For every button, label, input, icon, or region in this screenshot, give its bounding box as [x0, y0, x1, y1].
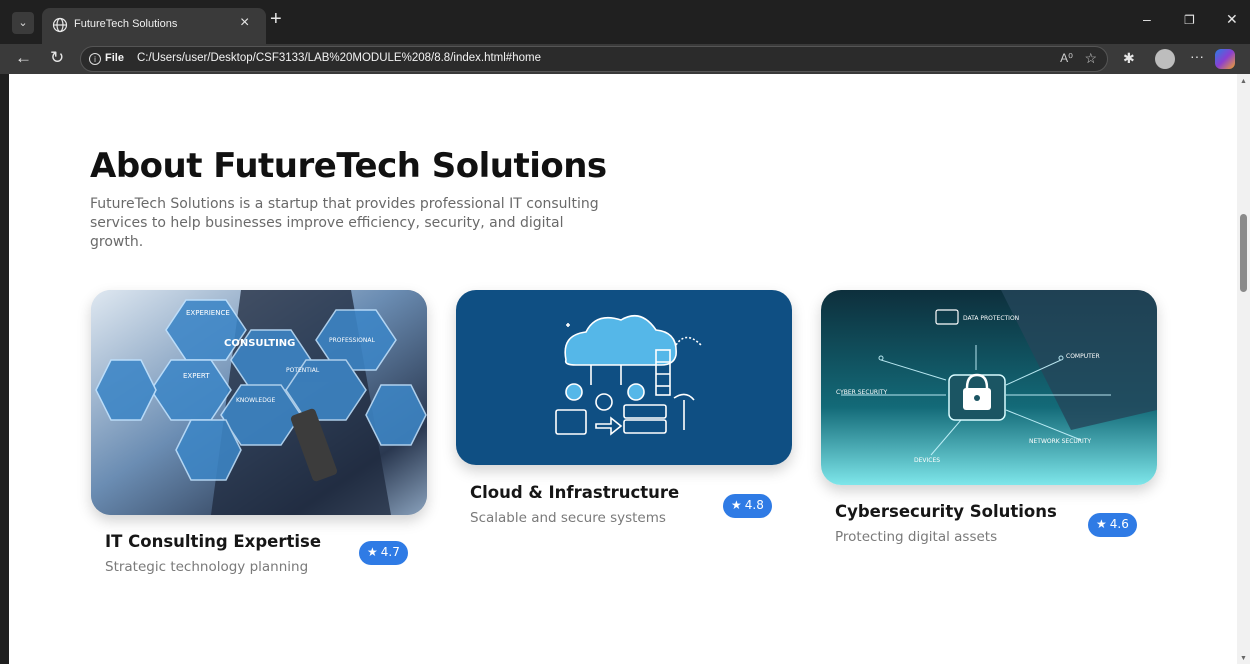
cloud-infrastructure-illustration: [555, 314, 702, 436]
cyber-label-cyber-security: CYBER SECURITY: [836, 389, 888, 396]
minimize-icon[interactable]: –: [1143, 11, 1151, 27]
about-heading: About FutureTech Solutions: [90, 146, 607, 186]
scrollbar-thumb[interactable]: [1240, 214, 1247, 292]
card-image-cloud[interactable]: [456, 290, 792, 465]
refresh-icon[interactable]: ↻: [50, 48, 64, 68]
hex-label-knowledge: KNOWLEDGE: [236, 397, 275, 404]
star-icon: ★: [1096, 517, 1107, 531]
url-scheme-label: File: [105, 52, 124, 64]
about-description: FutureTech Solutions is a startup that p…: [90, 196, 599, 250]
hex-label-potential: POTENTIAL: [286, 367, 320, 374]
star-icon: ★: [731, 498, 742, 512]
rating-value: 4.6: [1109, 517, 1129, 531]
browser-title-bar: ⌄ FutureTech Solutions × + – ❐ ✕: [0, 0, 1250, 44]
rating-badge-consulting: ★ 4.7: [359, 541, 408, 565]
star-icon: ★: [367, 545, 378, 559]
cyber-label-data-protection: DATA PROTECTION: [963, 315, 1019, 322]
cyber-label-network-security: NETWORK SECURITY: [1029, 438, 1091, 445]
close-icon[interactable]: ×: [240, 14, 249, 32]
card-title-cloud: Cloud & Infrastructure: [470, 483, 680, 502]
hex-label-experience: EXPERIENCE: [186, 309, 230, 317]
rating-value: 4.8: [744, 498, 764, 512]
address-bar[interactable]: i File C:/Users/user/Desktop/CSF3133/LAB…: [80, 46, 1108, 72]
tab-list-icon[interactable]: ⌄: [12, 12, 34, 34]
read-aloud-icon[interactable]: A⁰: [1060, 51, 1073, 65]
cybersecurity-illustration: DATA PROTECTION COMPUTER CYBER SECURITY …: [821, 290, 1157, 485]
card-subtitle-cybersecurity: Protecting digital assets: [835, 529, 998, 545]
restore-icon[interactable]: ❐: [1184, 13, 1195, 27]
page-scrollbar[interactable]: ▲ ▼: [1237, 74, 1250, 664]
more-icon[interactable]: ···: [1190, 48, 1204, 64]
info-icon[interactable]: i: [89, 53, 101, 65]
hex-label-consulting: CONSULTING: [224, 338, 295, 349]
globe-icon: [52, 17, 68, 33]
scroll-up-icon[interactable]: ▲: [1240, 78, 1247, 85]
card-subtitle-consulting: Strategic technology planning: [105, 559, 309, 575]
back-icon[interactable]: ←: [15, 48, 32, 68]
browser-tab[interactable]: FutureTech Solutions ×: [42, 8, 266, 44]
page-viewport: About FutureTech Solutions FutureTech So…: [9, 74, 1237, 664]
url-text[interactable]: C:/Users/user/Desktop/CSF3133/LAB%20MODU…: [137, 52, 541, 64]
rating-badge-cybersecurity: ★ 4.6: [1088, 513, 1137, 537]
copilot-icon[interactable]: [1215, 49, 1235, 69]
favorites-icon[interactable]: ✱: [1123, 50, 1135, 67]
scroll-down-icon[interactable]: ▼: [1240, 655, 1247, 662]
profile-icon[interactable]: [1155, 49, 1175, 69]
card-image-consulting[interactable]: EXPERIENCE CONSULTING PROFESSIONAL EXPER…: [91, 290, 427, 515]
card-title-consulting: IT Consulting Expertise: [105, 532, 322, 551]
address-toolbar: ← ↻ i File C:/Users/user/Desktop/CSF3133…: [0, 44, 1250, 74]
cyber-label-computer: COMPUTER: [1066, 353, 1100, 360]
cyber-label-devices: DEVICES: [914, 457, 940, 464]
tab-title: FutureTech Solutions: [74, 18, 178, 30]
card-title-cybersecurity: Cybersecurity Solutions: [835, 502, 1057, 521]
plus-icon[interactable]: +: [270, 8, 282, 31]
consulting-hexagons-illustration: EXPERIENCE CONSULTING PROFESSIONAL EXPER…: [91, 290, 427, 515]
rating-value: 4.7: [380, 545, 400, 559]
hex-label-expert: EXPERT: [183, 372, 210, 380]
card-subtitle-cloud: Scalable and secure systems: [470, 510, 666, 526]
hex-label-professional: PROFESSIONAL: [329, 337, 375, 344]
close-window-icon[interactable]: ✕: [1226, 11, 1238, 28]
favorite-star-icon[interactable]: ☆: [1084, 50, 1097, 67]
card-image-cybersecurity[interactable]: DATA PROTECTION COMPUTER CYBER SECURITY …: [821, 290, 1157, 485]
rating-badge-cloud: ★ 4.8: [723, 494, 772, 518]
